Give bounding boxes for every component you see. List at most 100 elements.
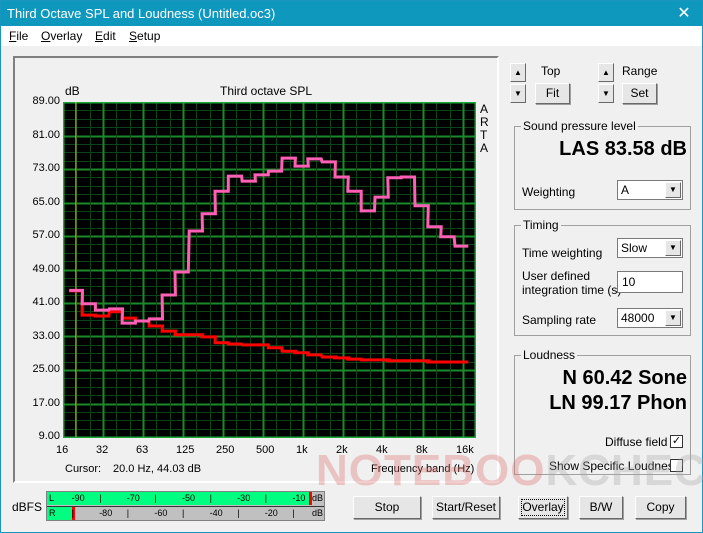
- show-specific-loudness-checkbox[interactable]: [670, 459, 683, 472]
- chevron-down-icon: ▼: [665, 310, 681, 326]
- fit-button[interactable]: Fit: [535, 83, 570, 104]
- meter-right-unit: dB: [312, 508, 324, 518]
- check-icon: ✓: [671, 435, 682, 447]
- start-reset-button[interactable]: Start/Reset: [432, 496, 500, 519]
- sone-value: N 60.42 Sone: [562, 367, 687, 389]
- x-axis-label: Frequency band (Hz): [371, 463, 475, 475]
- range-label: Range: [622, 64, 658, 78]
- window-title: Third Octave SPL and Loudness (Untitled.…: [7, 6, 276, 21]
- menu-overlay-label: verlay: [50, 29, 83, 43]
- x-tick-label: 250: [216, 444, 235, 456]
- meter-left-fill: [47, 492, 310, 505]
- weighting-select[interactable]: A ▼: [617, 180, 683, 200]
- meter-tick: -50: [182, 493, 196, 503]
- menu-setup[interactable]: Setup: [129, 29, 160, 43]
- y-tick-label: 65.00: [32, 195, 60, 208]
- arrow-up-icon: ▲: [602, 68, 610, 77]
- top-up-button[interactable]: ▲: [510, 63, 526, 82]
- meter-tick: -70: [126, 493, 140, 503]
- x-tick-label: 8k: [416, 444, 428, 456]
- arrow-down-icon: ▼: [514, 89, 522, 98]
- integration-time-input[interactable]: 10: [617, 271, 683, 293]
- menu-edit[interactable]: Edit: [95, 29, 116, 43]
- x-tick-label: 4k: [376, 444, 388, 456]
- set-button[interactable]: Set: [622, 83, 657, 104]
- meter-right-label: R: [49, 508, 56, 518]
- weighting-value: A: [621, 183, 630, 197]
- menu-edit-accel: E: [95, 29, 104, 43]
- close-icon[interactable]: ✕: [674, 1, 694, 26]
- level-meter: L -90 | -70 | -50 | -30 | -10 dB R | -80 | -60 | -40 |…: [46, 491, 325, 521]
- x-tick-label: 16: [56, 444, 69, 456]
- menu-overlay-accel: O: [41, 29, 51, 43]
- menu-file-label: ile: [16, 29, 29, 43]
- meter-tick: -60: [154, 508, 168, 518]
- meter-left-label: L: [49, 493, 55, 503]
- y-tick-label: 9.00: [38, 430, 60, 442]
- spl-group-label: Sound pressure level: [521, 119, 638, 133]
- spl-plot[interactable]: [63, 102, 476, 438]
- x-tick-label: 1k: [296, 444, 308, 456]
- loudness-group-label: Loudness: [521, 348, 578, 362]
- arta-a2: A: [480, 141, 489, 155]
- meter-tick: -30: [237, 493, 251, 503]
- meter-tick: |: [126, 508, 130, 518]
- y-tick-label: 57.00: [32, 229, 60, 241]
- x-tick-label: 16k: [456, 444, 474, 456]
- top-label: Top: [541, 64, 561, 78]
- overlay-button[interactable]: Overlay: [518, 496, 568, 519]
- stop-button[interactable]: Stop: [353, 496, 421, 519]
- top-down-button[interactable]: ▼: [510, 84, 526, 103]
- meter-tick: -20: [264, 508, 278, 518]
- range-down-button[interactable]: ▼: [598, 84, 614, 103]
- copy-button[interactable]: Copy: [635, 496, 686, 519]
- time-weighting-select[interactable]: Slow ▼: [617, 238, 683, 258]
- x-tick-label: 32: [96, 444, 109, 456]
- sampling-rate-select[interactable]: 48000 ▼: [617, 308, 683, 328]
- integration-label-2: integration time (s): [522, 283, 622, 297]
- weighting-label: Weighting: [522, 185, 576, 199]
- meter-tick: -40: [209, 508, 223, 518]
- arta-label: A R T A: [480, 103, 490, 155]
- range-up-button[interactable]: ▲: [598, 63, 614, 82]
- menu-setup-label: etup: [137, 29, 161, 43]
- sampling-rate-label: Sampling rate: [522, 313, 597, 327]
- bw-button[interactable]: B/W: [579, 496, 623, 519]
- x-tick-label: 125: [176, 444, 195, 456]
- meter-left-channel: L -90 | -70 | -50 | -30 | -10 dB: [47, 492, 324, 505]
- chevron-down-icon: ▼: [665, 240, 681, 256]
- cursor-label: Cursor:: [65, 463, 102, 475]
- arrow-down-icon: ▼: [602, 89, 610, 98]
- dbfs-label: dBFS: [12, 500, 43, 514]
- y-tick-label: 41.00: [32, 296, 60, 308]
- menu-file[interactable]: File: [9, 29, 28, 43]
- y-unit-label: dB: [65, 84, 80, 98]
- meter-tick: -80: [99, 508, 113, 518]
- x-tick-label: 2k: [336, 444, 348, 456]
- diffuse-field-checkbox[interactable]: ✓: [670, 435, 683, 448]
- spl-value: LAS 83.58 dB: [559, 138, 687, 160]
- y-tick-label: 89.00: [32, 95, 60, 107]
- cursor-value: 20.0 Hz, 44.03 dB: [113, 463, 202, 475]
- phon-value: LN 99.17 Phon: [549, 392, 687, 414]
- menu-overlay[interactable]: Overlay: [41, 29, 82, 43]
- meter-tick: |: [264, 493, 268, 503]
- y-tick-label: 49.00: [32, 262, 60, 275]
- graph-title: Third octave SPL: [220, 84, 313, 98]
- sampling-rate-value: 48000: [621, 311, 655, 325]
- meter-tick: |: [237, 508, 240, 518]
- title-bar: Third Octave SPL and Loudness (Untitled.…: [1, 1, 702, 26]
- timing-group-label: Timing: [521, 218, 561, 232]
- x-tick-label: 63: [136, 444, 149, 456]
- meter-tick: |: [182, 508, 185, 518]
- meter-tick: -90: [71, 493, 85, 503]
- meter-tick: -10: [292, 493, 306, 503]
- menu-bar: File Overlay Edit Setup: [1, 26, 702, 46]
- meter-tick: |: [71, 508, 74, 518]
- meter-tick: |: [209, 493, 212, 503]
- meter-left-unit: dB: [312, 493, 324, 503]
- y-tick-label: 81.00: [32, 128, 60, 141]
- time-weighting-value: Slow: [621, 241, 648, 255]
- meter-tick: |: [99, 493, 102, 503]
- diffuse-field-label: Diffuse field: [605, 435, 668, 449]
